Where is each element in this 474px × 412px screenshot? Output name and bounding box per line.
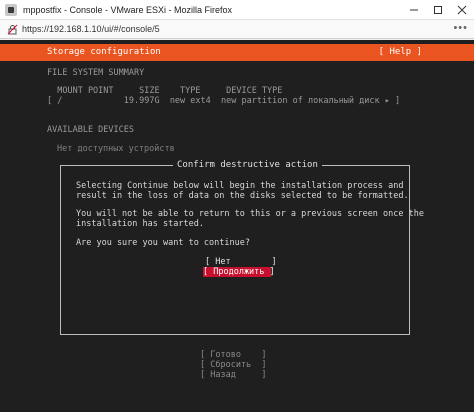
close-icon — [457, 5, 467, 15]
confirm-dialog: Confirm destructive action Selecting Con… — [60, 160, 424, 335]
dialog-title: Confirm destructive action — [173, 160, 322, 170]
continue-button[interactable]: [ Продолжить ] — [203, 267, 275, 277]
window-titlebar: mppostfix - Console - VMware ESXi - Mozi… — [0, 0, 474, 20]
dialog-text-line: installation has started. — [76, 219, 204, 229]
no-button[interactable]: [ Нет ] — [205, 257, 277, 267]
insecure-lock-icon[interactable] — [6, 23, 18, 35]
close-button[interactable] — [450, 0, 474, 20]
dialog-text-line: You will not be able to return to this o… — [76, 209, 424, 219]
vmware-console-icon — [5, 3, 17, 16]
minimize-icon — [410, 9, 418, 11]
dialog-text-line: Selecting Continue below will begin the … — [76, 181, 404, 191]
maximize-button[interactable] — [426, 0, 450, 20]
maximize-icon — [434, 6, 442, 14]
fs-summary-row[interactable]: [ / 19.997G new ext4 new partition of ло… — [47, 96, 400, 106]
console-screen[interactable]: Storage configuration [ Help ] FILE SYST… — [0, 40, 474, 412]
help-button[interactable]: [ Help ] — [379, 47, 422, 57]
installer-header: Storage configuration [ Help ] — [0, 44, 474, 61]
back-button[interactable]: [ Назад ] — [200, 370, 267, 380]
window-controls — [402, 0, 474, 20]
page-title: Storage configuration — [47, 47, 161, 57]
no-devices-text: Нет доступных устройств — [57, 144, 175, 154]
done-button[interactable]: [ Готово ] — [200, 350, 267, 360]
url-text[interactable]: https://192.168.1.10/ui/#/console/5 — [22, 24, 160, 34]
address-bar: https://192.168.1.10/ui/#/console/5 ••• — [0, 20, 474, 39]
minimize-button[interactable] — [402, 0, 426, 20]
reset-button[interactable]: [ Сбросить ] — [200, 360, 267, 370]
dialog-question: Are you sure you want to continue? — [76, 238, 250, 248]
fs-summary-heading: FILE SYSTEM SUMMARY — [47, 68, 145, 78]
page-actions-menu-icon[interactable]: ••• — [453, 22, 468, 34]
fs-summary-columns: MOUNT POINT SIZE TYPE DEVICE TYPE — [47, 86, 283, 96]
available-devices-heading: AVAILABLE DEVICES — [47, 125, 134, 135]
window-title: mppostfix - Console - VMware ESXi - Mozi… — [23, 4, 233, 15]
dialog-text-line: result in the loss of data on the disks … — [76, 191, 409, 201]
